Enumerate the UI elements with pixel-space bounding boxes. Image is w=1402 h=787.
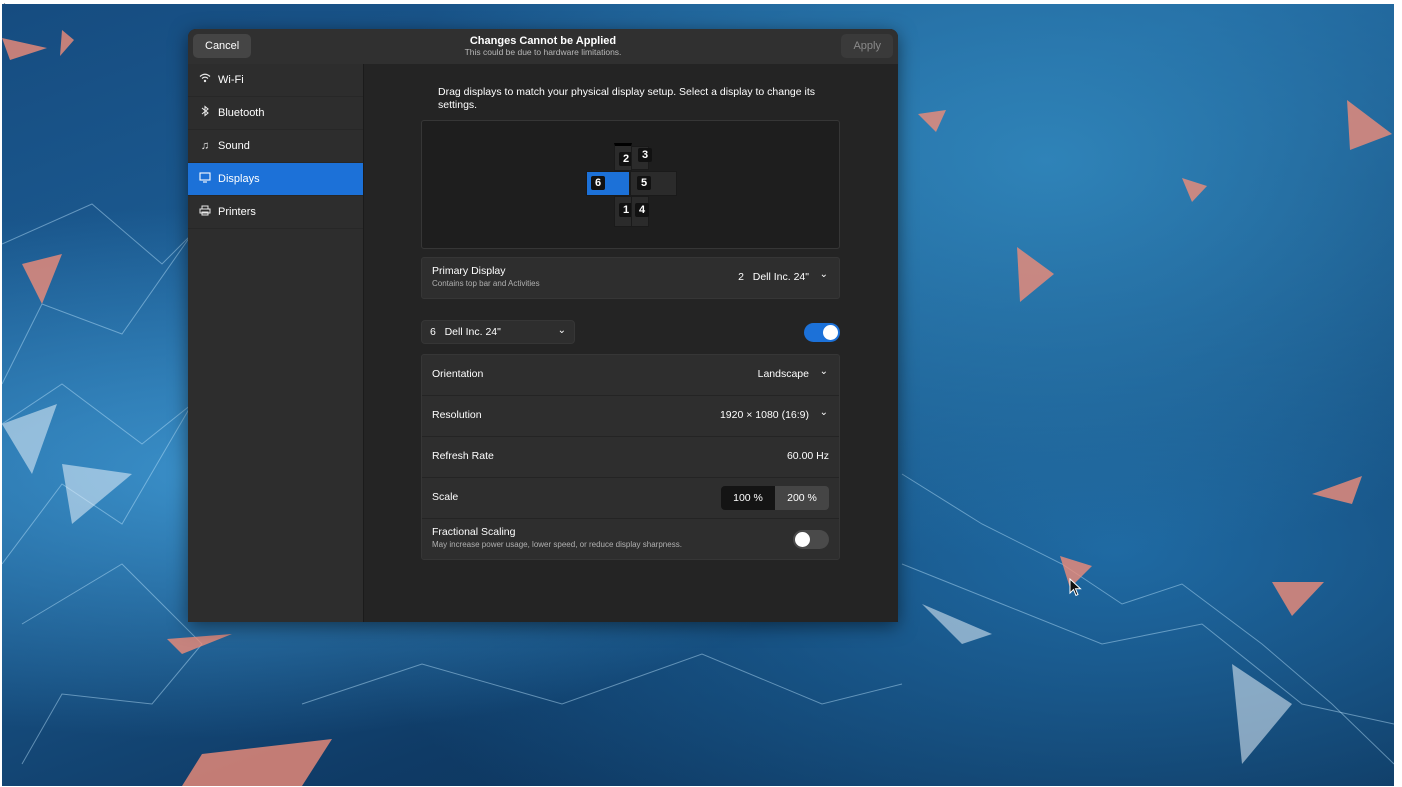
display-arrangement[interactable]: 2 3 6 5 1 4 bbox=[421, 120, 840, 249]
monitor-select-dropdown[interactable]: 6 Dell Inc. 24" ⌄ bbox=[421, 320, 575, 344]
monitor-5[interactable]: 5 bbox=[630, 171, 677, 196]
monitor-number: 3 bbox=[638, 148, 652, 162]
sidebar-item-printers[interactable]: Printers bbox=[188, 196, 363, 229]
scale-row: Scale 100 % 200 % bbox=[422, 478, 839, 519]
display-settings-card: Orientation Landscape ⌄ Resolution 1920 … bbox=[421, 354, 840, 560]
scale-segmented-control: 100 % 200 % bbox=[721, 486, 829, 510]
monitor-6-selected[interactable]: 6 bbox=[586, 171, 630, 196]
primary-display-sublabel: Contains top bar and Activities bbox=[432, 279, 540, 288]
apply-button[interactable]: Apply bbox=[841, 34, 893, 58]
mouse-cursor-icon bbox=[1069, 578, 1082, 597]
printer-icon bbox=[199, 196, 211, 228]
sidebar-item-label: Printers bbox=[218, 206, 256, 218]
sidebar-item-wifi[interactable]: Wi-Fi bbox=[188, 64, 363, 97]
monitor-3[interactable]: 3 bbox=[631, 146, 652, 170]
fractional-scaling-label: Fractional Scaling bbox=[432, 526, 516, 538]
sidebar-item-displays[interactable]: Displays bbox=[188, 163, 363, 196]
displays-panel: Drag displays to match your physical dis… bbox=[364, 64, 898, 622]
monitor-number: 5 bbox=[637, 176, 651, 190]
sidebar-item-label: Wi-Fi bbox=[218, 74, 244, 86]
scale-option-100[interactable]: 100 % bbox=[721, 486, 775, 510]
monitor-2[interactable]: 2 bbox=[614, 143, 633, 171]
resolution-row[interactable]: Resolution 1920 × 1080 (16:9) ⌄ bbox=[422, 396, 839, 437]
wifi-icon bbox=[199, 64, 211, 96]
refresh-rate-label: Refresh Rate bbox=[432, 450, 494, 462]
orientation-row[interactable]: Orientation Landscape ⌄ bbox=[422, 355, 839, 396]
scale-option-200[interactable]: 200 % bbox=[775, 486, 829, 510]
monitor-number: 6 bbox=[591, 176, 605, 190]
sidebar-item-sound[interactable]: ♫ Sound bbox=[188, 130, 363, 163]
fractional-scaling-row: Fractional Scaling May increase power us… bbox=[422, 519, 839, 559]
fractional-scaling-toggle[interactable] bbox=[793, 530, 829, 549]
refresh-rate-value: 60.00 Hz bbox=[786, 450, 829, 462]
chevron-down-icon: ⌄ bbox=[819, 366, 828, 377]
sidebar-item-label: Displays bbox=[218, 173, 260, 185]
settings-window: Cancel Changes Cannot be Applied This co… bbox=[188, 29, 898, 622]
sidebar-item-label: Sound bbox=[218, 140, 250, 152]
primary-display-row[interactable]: Primary Display Contains top bar and Act… bbox=[422, 258, 839, 298]
monitor-4[interactable]: 4 bbox=[631, 196, 649, 227]
toggle-knob bbox=[795, 532, 810, 547]
resolution-value: 1920 × 1080 (16:9) bbox=[719, 409, 809, 421]
bluetooth-icon bbox=[199, 97, 211, 129]
orientation-label: Orientation bbox=[432, 368, 484, 380]
monitor-enabled-toggle[interactable] bbox=[804, 323, 840, 342]
fractional-scaling-sublabel: May increase power usage, lower speed, o… bbox=[432, 540, 682, 549]
sidebar-item-label: Bluetooth bbox=[218, 107, 265, 119]
chevron-down-icon: ⌄ bbox=[819, 407, 828, 418]
refresh-rate-row: Refresh Rate 60.00 Hz bbox=[422, 437, 839, 478]
primary-display-label: Primary Display bbox=[432, 265, 506, 277]
chevron-down-icon: ⌄ bbox=[557, 325, 566, 336]
displays-intro-text: Drag displays to match your physical dis… bbox=[438, 86, 816, 111]
header-subtitle: This could be due to hardware limitation… bbox=[464, 47, 622, 57]
monitor-1[interactable]: 1 bbox=[614, 196, 633, 227]
sidebar-item-bluetooth[interactable]: Bluetooth bbox=[188, 97, 363, 130]
header-title: Changes Cannot be Applied bbox=[469, 35, 617, 47]
sidebar: Wi-Fi Bluetooth ♫ Sound Displays Printer… bbox=[188, 64, 364, 622]
toggle-knob bbox=[823, 325, 838, 340]
display-icon bbox=[199, 163, 211, 195]
scale-label: Scale bbox=[432, 491, 459, 503]
chevron-down-icon: ⌄ bbox=[819, 269, 828, 280]
monitor-number: 4 bbox=[635, 203, 649, 217]
resolution-label: Resolution bbox=[432, 409, 482, 421]
primary-display-card: Primary Display Contains top bar and Act… bbox=[421, 257, 840, 299]
primary-display-value: 2 Dell Inc. 24" bbox=[738, 271, 809, 283]
orientation-value: Landscape bbox=[757, 368, 809, 380]
monitor-select-value: 6 Dell Inc. 24" bbox=[430, 326, 501, 338]
header-bar: Cancel Changes Cannot be Applied This co… bbox=[188, 29, 898, 65]
music-note-icon: ♫ bbox=[200, 140, 210, 152]
